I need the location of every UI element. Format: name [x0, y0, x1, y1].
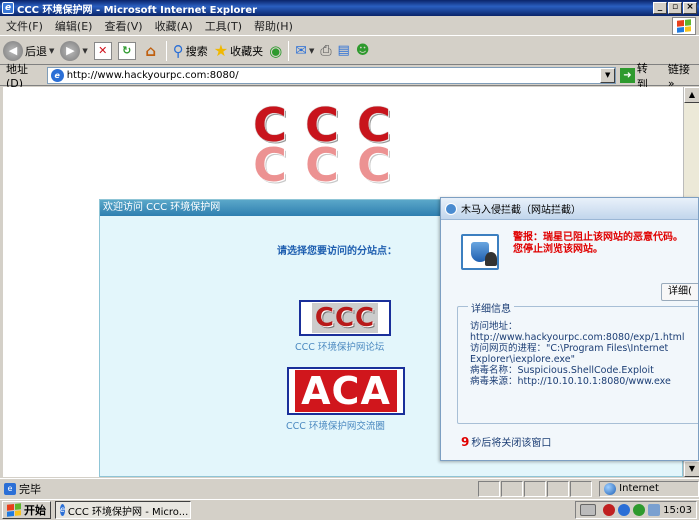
minimize-button[interactable]: _	[653, 2, 667, 14]
menu-tools[interactable]: 工具(T)	[199, 18, 248, 34]
media-icon: ◉	[269, 41, 283, 60]
go-arrow-icon: ➜	[620, 68, 635, 83]
chevron-down-icon: ▼	[49, 46, 55, 55]
favorites-button[interactable]: ★ 收藏夹	[211, 41, 266, 60]
warning-message: 警报：瑞星已阻止该网站的恶意代码。 您停止浏览该网站。	[513, 232, 683, 255]
details-legend: 详细信息	[468, 300, 514, 315]
windows-flag-icon	[7, 503, 21, 517]
update-tray-icon[interactable]	[633, 504, 646, 516]
media-button[interactable]: ◉	[266, 42, 285, 60]
mail-icon: ✉	[295, 42, 307, 59]
messenger-icon: ☻	[355, 43, 370, 58]
search-label: 搜索	[185, 44, 208, 58]
windows-logo-icon	[672, 16, 696, 35]
mail-button[interactable]: ✉ ▼	[292, 43, 317, 59]
globe-icon	[604, 482, 617, 495]
countdown-number: 9	[461, 435, 470, 449]
clock[interactable]: 15:03	[663, 505, 692, 516]
ie-app-icon: e	[2, 2, 14, 14]
chevron-down-icon: ▼	[308, 46, 315, 55]
popup-header[interactable]: 木马入侵拦截（网站拦截）	[441, 198, 698, 220]
address-dropdown-button[interactable]: ▼	[600, 68, 616, 83]
monitor-tray-icon[interactable]	[648, 504, 661, 516]
close-button[interactable]: ×	[683, 2, 697, 14]
favorites-label: 收藏夹	[230, 44, 264, 58]
trojan-block-popup: 木马入侵拦截（网站拦截） 警报：瑞星已阻止该网站的恶意代码。 您停止浏览该网站。…	[440, 197, 699, 461]
window-title: CCC 环境保护网 - Microsoft Internet Explorer	[17, 4, 258, 16]
site1-caption-link[interactable]: CCC 环境保护网论坛	[295, 339, 384, 353]
back-label: 后退	[25, 44, 47, 58]
site1-logo-link[interactable]: CCC	[299, 300, 391, 336]
chevron-down-icon: ▼	[82, 46, 88, 55]
refresh-button[interactable]: ↻	[115, 41, 139, 60]
address-label: 地址(D)	[6, 63, 28, 90]
antivirus-tray-icon[interactable]	[603, 504, 616, 516]
status-cells	[478, 480, 593, 497]
refresh-icon: ↻	[117, 41, 136, 60]
home-icon: ⌂	[145, 41, 157, 60]
choose-site-prompt: 请选择您要访问的分站点：	[277, 246, 397, 257]
shield-alert-icon	[461, 234, 499, 270]
search-icon: ⚲	[172, 41, 184, 60]
maximize-button[interactable]: ▫	[668, 2, 682, 14]
menu-help[interactable]: 帮助(H)	[248, 18, 299, 34]
scroll-down-button[interactable]: ▼	[684, 461, 699, 477]
antivirus-icon	[445, 202, 457, 215]
taskbar-ie-window[interactable]: e CCC 环境保护网 - Micro...	[55, 501, 191, 519]
forward-arrow-icon: ▶	[60, 40, 81, 61]
details-text: 访问地址： http://www.hackyourpc.com:8080/exp…	[470, 321, 685, 387]
window-title-bar[interactable]: e CCC 环境保护网 - Microsoft Internet Explore…	[0, 0, 699, 16]
scroll-up-button[interactable]: ▲	[684, 87, 699, 103]
links-button[interactable]: 链接 »	[668, 61, 699, 90]
status-text: 完毕	[18, 482, 41, 496]
site2-logo-link[interactable]: ACA	[287, 367, 405, 415]
popup-title: 木马入侵拦截（网站拦截）	[461, 205, 581, 216]
ccc-logo: C C C C C C	[253, 98, 391, 192]
toolbar-separator	[165, 40, 167, 61]
address-input[interactable]: e http://www.hackyourpc.com:8080/ ▼	[46, 67, 617, 84]
standard-toolbar: ◀ 后退 ▼ ▶ ▼ ✕ ↻ ⌂ ⚲ 搜索 ★ 收藏夹 ◉ ✉ ▼ ⎙ ▤ ☻	[0, 37, 699, 65]
edit-icon: ▤	[337, 43, 350, 58]
page-icon: e	[50, 69, 64, 82]
network-tray-icon[interactable]	[618, 504, 631, 516]
toolbar-separator	[288, 40, 290, 61]
back-arrow-icon: ◀	[3, 40, 23, 61]
status-bar: e 完毕 Internet	[0, 478, 699, 498]
details-button[interactable]: 详细(	[661, 283, 698, 301]
taskbar: 开始 e CCC 环境保护网 - Micro... 15:03	[0, 499, 699, 520]
search-button[interactable]: ⚲ 搜索	[170, 42, 211, 60]
site2-caption-link[interactable]: CCC 环境保护网交流圈	[286, 418, 385, 432]
ie-icon: e	[60, 504, 65, 516]
address-url[interactable]: http://www.hackyourpc.com:8080/	[67, 70, 601, 81]
address-bar: 地址(D) e http://www.hackyourpc.com:8080/ …	[0, 62, 699, 91]
back-button[interactable]: ◀ 后退 ▼	[0, 40, 57, 61]
printer-icon: ⎙	[320, 42, 332, 59]
stop-button[interactable]: ✕	[91, 41, 115, 60]
start-button[interactable]: 开始	[2, 501, 51, 519]
menu-edit[interactable]: 编辑(E)	[49, 18, 99, 34]
menu-view[interactable]: 查看(V)	[98, 18, 148, 34]
star-icon: ★	[213, 41, 229, 60]
menu-bar: 文件(F) 编辑(E) 查看(V) 收藏(A) 工具(T) 帮助(H)	[0, 16, 699, 36]
keyboard-icon[interactable]	[580, 504, 597, 516]
system-tray: 15:03	[575, 501, 697, 519]
stop-icon: ✕	[93, 41, 112, 60]
page-done-icon: e	[4, 482, 16, 495]
forward-button[interactable]: ▶ ▼	[57, 40, 90, 61]
close-countdown: 9 秒后将关闭该窗口	[461, 435, 552, 449]
messenger-button[interactable]: ☻	[353, 43, 373, 58]
security-zone[interactable]: Internet	[599, 480, 699, 497]
home-button[interactable]: ⌂	[139, 42, 163, 60]
menu-favorites[interactable]: 收藏(A)	[149, 18, 199, 34]
details-group: 详细信息 访问地址： http://www.hackyourpc.com:808…	[457, 300, 698, 424]
edit-button[interactable]: ▤	[335, 43, 353, 58]
menu-file[interactable]: 文件(F)	[0, 18, 49, 34]
print-button[interactable]: ⎙	[317, 43, 334, 59]
